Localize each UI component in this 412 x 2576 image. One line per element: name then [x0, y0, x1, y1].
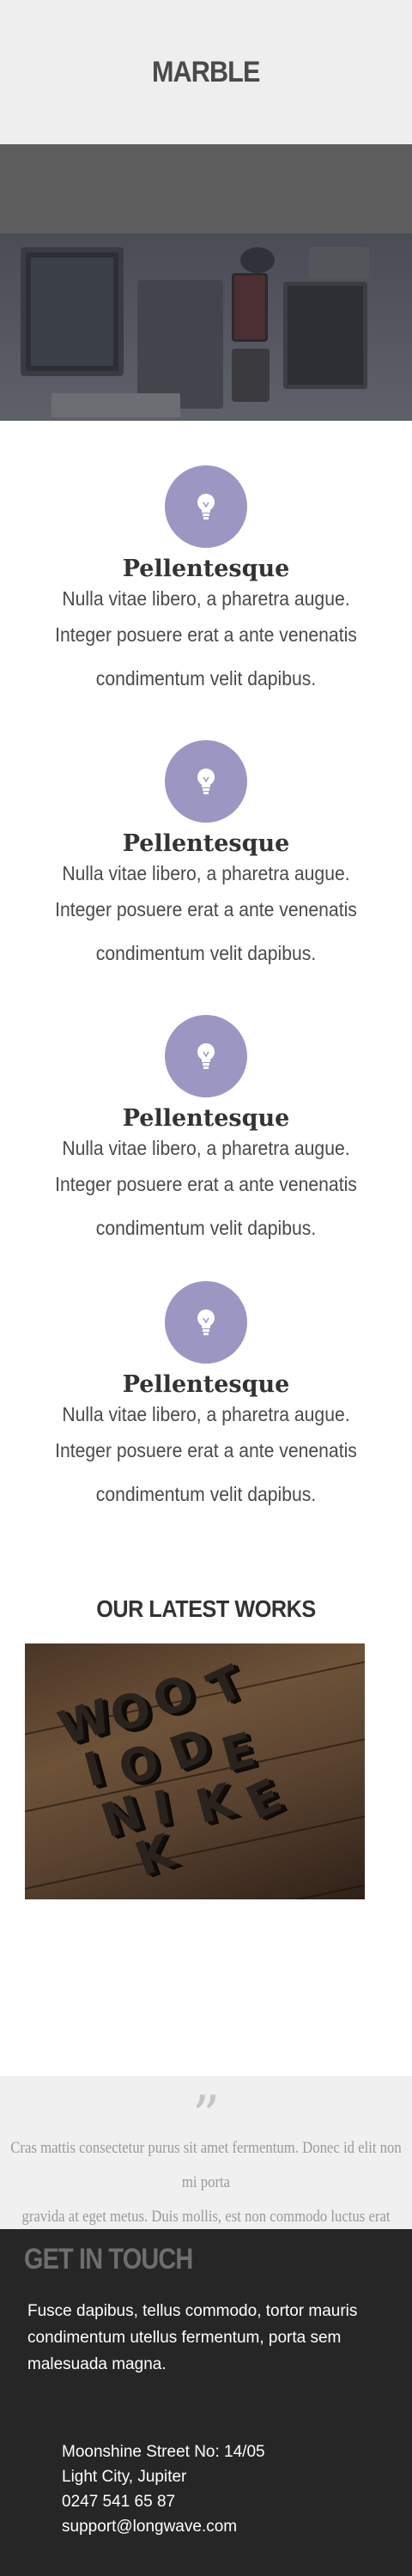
- contact-city: Light City, Jupiter: [62, 2468, 187, 2486]
- feature-item: Pellentesque Nulla vitae libero, a phare…: [0, 740, 412, 975]
- site-header: MARBLE: [0, 0, 412, 144]
- feature-text: Nulla vitae libero, a pharetra augue. In…: [55, 1403, 357, 1505]
- wood-letter: O: [106, 1681, 155, 1742]
- lightbulb-icon: [165, 1015, 247, 1097]
- footer: GET IN TOUCH Fusce dapibus, tellus commo…: [0, 2229, 412, 2576]
- feature-item: Pellentesque Nulla vitae libero, a phare…: [0, 1015, 412, 1250]
- wood-letter: I: [78, 1741, 109, 1798]
- feature-title: Pellentesque: [122, 1105, 290, 1132]
- contact-phone[interactable]: 0247 541 65 87: [62, 2489, 388, 2514]
- footer-description: Fusce dapibus, tellus commodo, tortor ma…: [27, 2302, 358, 2373]
- brand-logo[interactable]: MARBLE: [152, 56, 260, 89]
- feature-text: Nulla vitae libero, a pharetra augue. In…: [55, 1137, 357, 1239]
- feature-title: Pellentesque: [122, 1371, 290, 1398]
- phone-shape: [232, 273, 268, 342]
- camera-shape: [240, 247, 275, 273]
- contact-address: Moonshine Street No: 14/05: [62, 2443, 265, 2461]
- contact-list: Moonshine Street No: 14/05 Light City, J…: [62, 2439, 388, 2539]
- feature-title: Pellentesque: [122, 830, 290, 857]
- contact-email[interactable]: support@longwave.com: [62, 2514, 388, 2539]
- feature-text: Nulla vitae libero, a pharetra augue. In…: [55, 862, 357, 964]
- testimonial: ” Cras mattis consectetur purus sit amet…: [0, 2076, 412, 2260]
- wood-letter: K: [190, 1772, 239, 1835]
- tablet-shape: [283, 282, 367, 389]
- phone-shape: [232, 349, 270, 402]
- hero-image: [0, 144, 412, 421]
- feature-item: Pellentesque Nulla vitae libero, a phare…: [0, 1281, 412, 1516]
- card-shape: [309, 247, 369, 278]
- works-section-title: OUR LATEST WORKS: [96, 1595, 316, 1622]
- quote-icon: ”: [191, 2093, 221, 2131]
- tablet-shape: [21, 247, 124, 376]
- lightbulb-icon: [165, 1281, 247, 1364]
- feature-item: Pellentesque Nulla vitae libero, a phare…: [0, 465, 412, 701]
- keyboard-shape: [52, 393, 180, 417]
- lightbulb-icon: [165, 465, 247, 548]
- wood-letter: E: [238, 1768, 290, 1831]
- portfolio-image[interactable]: W O O T I O D E N I K K E: [25, 1643, 365, 1899]
- feature-title: Pellentesque: [122, 556, 290, 582]
- footer-title: GET IN TOUCH: [24, 2243, 193, 2275]
- lightbulb-icon: [165, 740, 247, 823]
- notebook-shape: [137, 280, 223, 409]
- hero-band: [0, 144, 412, 234]
- feature-text: Nulla vitae libero, a pharetra augue. In…: [55, 587, 357, 690]
